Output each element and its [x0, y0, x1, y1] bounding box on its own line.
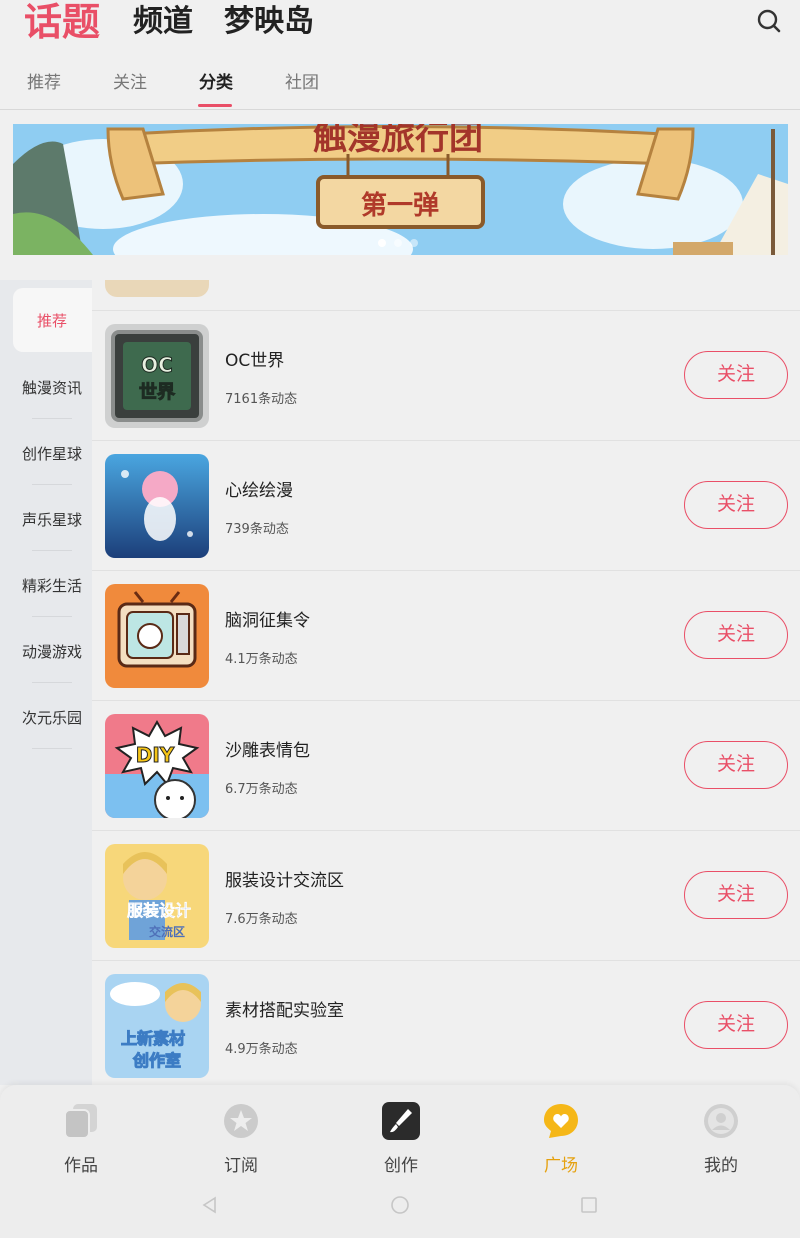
category-sidebar: 推荐 触漫资讯 创作星球 声乐星球 精彩生活 动漫游戏 次元乐园	[0, 280, 92, 1085]
nav-label: 订阅	[224, 1156, 258, 1176]
sidebar-item-label: 精彩生活	[22, 577, 83, 595]
sidebar-item-creation[interactable]: 创作星球	[0, 419, 92, 485]
nav-label: 广场	[544, 1156, 578, 1176]
topic-thumbnail: 服装设计 交流区	[105, 844, 209, 948]
follow-button[interactable]: 关注	[684, 481, 788, 529]
topic-list: OC 世界 OC世界 7161条动态 关注 心绘绘漫 739条动态 关注 脑洞征…	[92, 280, 800, 1085]
topic-row[interactable]: 心绘绘漫 739条动态 关注	[92, 440, 800, 570]
bottom-navigation: 作品 订阅 创作 广场 我的	[0, 1085, 800, 1238]
topic-row[interactable]: 脑洞征集令 4.1万条动态 关注	[92, 570, 800, 700]
tab-channels[interactable]: 频道	[133, 0, 193, 44]
topic-title: 脑洞征集令	[225, 611, 310, 631]
sidebar-item-news[interactable]: 触漫资讯	[0, 353, 92, 419]
nav-label: 我的	[704, 1156, 738, 1176]
svg-text:OC: OC	[141, 353, 173, 377]
topic-row[interactable]: DIY 沙雕表情包 6.7万条动态 关注	[92, 700, 800, 830]
topic-thumbnail: DIY	[105, 714, 209, 818]
svg-text:创作室: 创作室	[132, 1051, 181, 1070]
banner-dot[interactable]	[410, 239, 418, 247]
works-icon	[61, 1101, 101, 1141]
topic-title: 服装设计交流区	[225, 871, 344, 891]
create-brush-icon	[381, 1101, 421, 1141]
divider	[32, 748, 72, 749]
follow-button[interactable]: 关注	[684, 1001, 788, 1049]
recents-icon[interactable]	[579, 1195, 599, 1215]
plaza-heart-icon	[541, 1101, 581, 1141]
svg-text:世界: 世界	[139, 382, 175, 403]
topic-title: 心绘绘漫	[225, 481, 293, 501]
subtab-bar: 推荐 关注 分类 社团	[0, 58, 800, 110]
sidebar-item-label: 触漫资讯	[22, 379, 83, 397]
nav-label: 作品	[64, 1156, 98, 1176]
back-icon[interactable]	[200, 1195, 220, 1215]
sidebar-item-label: 推荐	[37, 312, 68, 330]
svg-text:服装设计: 服装设计	[127, 901, 191, 920]
nav-create[interactable]: 创作	[351, 1099, 451, 1179]
thumb-text: DIY	[136, 743, 175, 767]
topic-count: 7161条动态	[225, 392, 298, 407]
topic-count: 4.1万条动态	[225, 652, 298, 667]
nav-plaza[interactable]: 广场	[511, 1099, 611, 1179]
banner-dot[interactable]	[394, 239, 402, 247]
search-icon[interactable]	[756, 8, 782, 34]
topic-title: OC世界	[225, 351, 285, 371]
banner-pagination	[378, 232, 426, 247]
tab-topics[interactable]: 话题	[24, 0, 100, 44]
topic-row[interactable]: 上新素材 创作室 素材搭配实验室 4.9万条动态 关注	[92, 960, 800, 1085]
nav-works[interactable]: 作品	[31, 1099, 131, 1179]
banner-subtitle: 第一弹	[361, 190, 439, 221]
subtab-recommend[interactable]: 推荐	[27, 68, 61, 98]
topic-title: 素材搭配实验室	[225, 1001, 344, 1021]
svg-text:上新素材: 上新素材	[121, 1029, 185, 1048]
partial-thumbnail	[105, 280, 209, 297]
subtab-category[interactable]: 分类	[199, 68, 233, 98]
profile-icon	[701, 1101, 741, 1141]
nav-subscribe[interactable]: 订阅	[191, 1099, 291, 1179]
topic-thumbnail	[105, 454, 209, 558]
follow-button[interactable]: 关注	[684, 611, 788, 659]
sidebar-item-label: 动漫游戏	[22, 643, 83, 661]
nav-label: 创作	[384, 1156, 418, 1176]
sidebar-item-label: 次元乐园	[22, 709, 83, 727]
sidebar-item-dimension-park[interactable]: 次元乐园	[0, 683, 92, 749]
topic-row[interactable]: 服装设计 交流区 服装设计交流区 7.6万条动态 关注	[92, 830, 800, 960]
topic-title: 沙雕表情包	[225, 741, 310, 761]
subtab-club[interactable]: 社团	[285, 68, 319, 98]
topic-count: 7.6万条动态	[225, 912, 298, 927]
sidebar-item-anime-games[interactable]: 动漫游戏	[0, 617, 92, 683]
follow-button[interactable]: 关注	[684, 741, 788, 789]
sidebar-item-label: 声乐星球	[22, 511, 83, 529]
banner-dot[interactable]	[378, 239, 386, 247]
topic-count: 739条动态	[225, 522, 289, 537]
topic-thumbnail	[105, 584, 209, 688]
nav-profile[interactable]: 我的	[671, 1099, 771, 1179]
subtab-following[interactable]: 关注	[113, 68, 147, 98]
svg-text:交流区: 交流区	[149, 924, 185, 939]
sidebar-item-life[interactable]: 精彩生活	[0, 551, 92, 617]
topic-row[interactable]: OC 世界 OC世界 7161条动态 关注	[92, 310, 800, 440]
home-icon[interactable]	[390, 1195, 410, 1215]
banner-title: 触漫旅行团	[313, 124, 483, 158]
topic-count: 6.7万条动态	[225, 782, 298, 797]
follow-button[interactable]: 关注	[684, 871, 788, 919]
top-header: 话题 频道 梦映岛	[0, 0, 800, 55]
follow-button[interactable]: 关注	[684, 351, 788, 399]
active-tab-indicator	[198, 104, 232, 107]
topic-count: 4.9万条动态	[225, 1042, 298, 1057]
tab-dream-island[interactable]: 梦映岛	[224, 0, 314, 44]
sidebar-item-recommend[interactable]: 推荐	[13, 288, 92, 352]
sidebar-item-vocal[interactable]: 声乐星球	[0, 485, 92, 551]
topic-thumbnail: 上新素材 创作室	[105, 974, 209, 1078]
sidebar-item-label: 创作星球	[22, 445, 83, 463]
topic-thumbnail: OC 世界	[105, 324, 209, 428]
subscribe-icon	[221, 1101, 261, 1141]
